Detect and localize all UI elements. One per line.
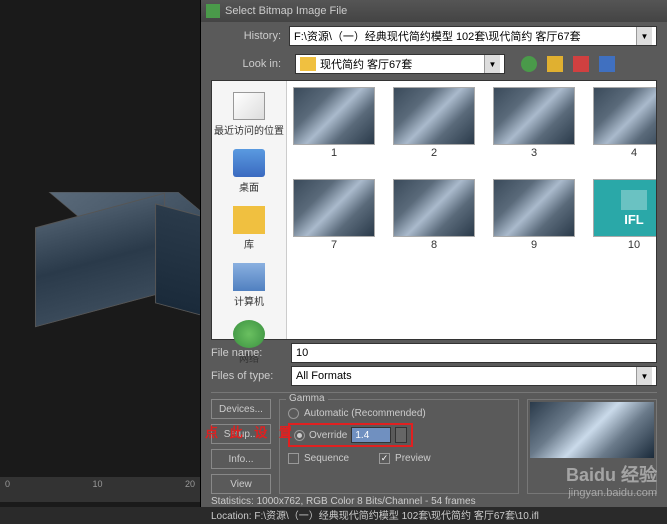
watermark: Baidu 经验 jingyan.baidu.com — [566, 461, 657, 499]
timeline-end: 20 — [185, 479, 195, 489]
title-bar[interactable]: Select Bitmap Image File — [201, 0, 667, 22]
lookin-label: Look in: — [211, 58, 281, 70]
file-thumb-10[interactable]: IFL10 — [593, 179, 656, 251]
sequence-label: Sequence — [304, 453, 349, 464]
annotation-text: 点 此 设 置 — [205, 422, 296, 441]
places-network[interactable]: 网络 — [212, 314, 286, 371]
timeline-start: 0 — [5, 479, 10, 489]
gamma-value-spinner[interactable]: 1.4 — [351, 427, 391, 443]
file-thumb-1[interactable]: 1 — [293, 87, 375, 159]
places-desktop[interactable]: 桌面 — [212, 143, 286, 200]
history-label: History: — [211, 30, 281, 42]
gamma-auto-label: Automatic (Recommended) — [304, 408, 426, 419]
filetype-label: Files of type: — [211, 370, 291, 382]
gamma-legend: Gamma — [286, 393, 328, 404]
location-line: Location: F:\资源\（一）经典现代简约模型 102套\现代简约 客厅… — [211, 507, 657, 522]
spinner-buttons[interactable] — [395, 427, 407, 443]
library-icon — [233, 206, 265, 234]
network-icon — [233, 320, 265, 348]
places-computer[interactable]: 计算机 — [212, 257, 286, 314]
info-button[interactable]: Info... — [211, 449, 271, 469]
chevron-down-icon[interactable]: ▼ — [636, 27, 652, 45]
timeline-mid: 10 — [92, 479, 102, 489]
file-thumb-8[interactable]: 8 — [393, 179, 475, 251]
back-icon[interactable] — [521, 56, 537, 72]
devices-button[interactable]: Devices... — [211, 399, 271, 419]
gamma-auto-radio[interactable] — [288, 408, 299, 419]
file-thumb-9[interactable]: 9 — [493, 179, 575, 251]
gamma-override-label: Override — [309, 430, 347, 441]
view-menu-icon[interactable] — [599, 56, 615, 72]
places-bar: 最近访问的位置 桌面 库 计算机 网络 — [212, 81, 287, 339]
chevron-down-icon[interactable]: ▼ — [636, 367, 652, 385]
filename-input[interactable]: 10 — [291, 343, 657, 363]
annotation-highlight: Override 1.4 — [288, 423, 413, 447]
preview-checkbox[interactable]: ✓ — [379, 453, 390, 464]
file-thumb-2[interactable]: 2 — [393, 87, 475, 159]
computer-icon — [233, 263, 265, 291]
up-folder-icon[interactable] — [547, 56, 563, 72]
filetype-dropdown[interactable]: All Formats▼ — [291, 366, 657, 386]
chevron-down-icon[interactable]: ▼ — [484, 55, 500, 73]
new-folder-icon[interactable] — [573, 56, 589, 72]
folder-icon — [300, 57, 316, 71]
file-thumb-3[interactable]: 3 — [493, 87, 575, 159]
view-button[interactable]: View — [211, 474, 271, 494]
recent-icon — [233, 92, 265, 120]
filename-label: File name: — [211, 347, 291, 359]
desktop-icon — [233, 149, 265, 177]
file-thumb-4[interactable]: 4 — [593, 87, 656, 159]
app-icon — [206, 4, 220, 18]
viewport-cube[interactable] — [20, 150, 190, 370]
timeline[interactable]: 0 10 20 — [0, 477, 200, 502]
file-list[interactable]: 1 2 3 4 7 8 9 IFL10 — [287, 81, 656, 339]
dialog-title: Select Bitmap Image File — [225, 5, 347, 17]
gamma-group: Gamma 点 此 设 置 Automatic (Recommended) Ov… — [279, 399, 519, 494]
3dsmax-icon — [621, 190, 647, 210]
places-recent[interactable]: 最近访问的位置 — [212, 86, 286, 143]
lookin-dropdown[interactable]: 现代简约 客厅67套 ▼ — [295, 54, 505, 74]
preview-label: Preview — [395, 453, 431, 464]
file-dialog: Select Bitmap Image File History: F:\资源\… — [200, 0, 667, 507]
viewport-panel: 0 10 20 — [0, 0, 200, 507]
sequence-checkbox[interactable] — [288, 453, 299, 464]
places-library[interactable]: 库 — [212, 200, 286, 257]
file-thumb-7[interactable]: 7 — [293, 179, 375, 251]
history-dropdown[interactable]: F:\资源\（一）经典现代简约模型 102套\现代简约 客厅67套 ▼ — [289, 26, 657, 46]
preview-image — [530, 402, 654, 458]
